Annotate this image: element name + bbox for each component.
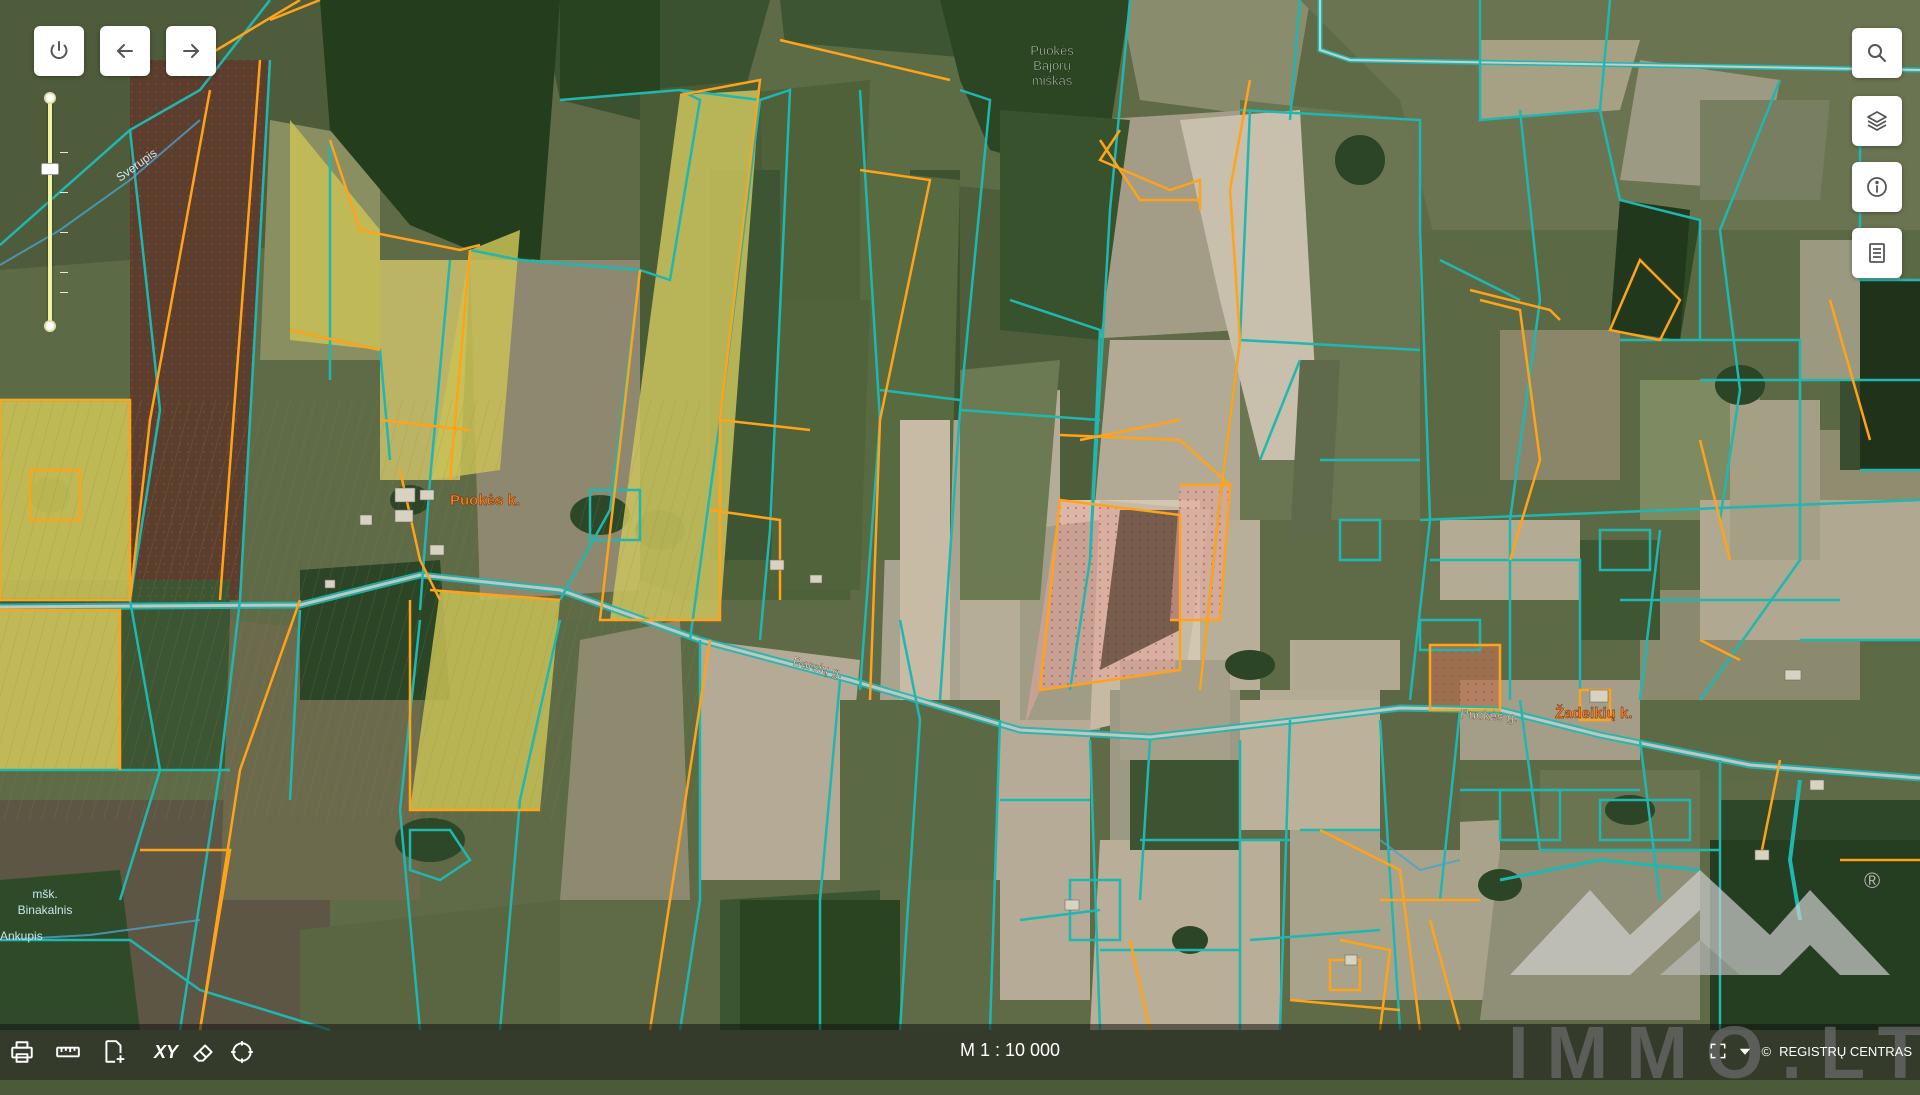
add-document-icon [105, 1040, 125, 1063]
zoom-tick [60, 232, 68, 233]
village-label-zadeikiu: Žadeikių k. [1555, 704, 1633, 722]
layers-icon [1867, 111, 1887, 131]
layers-button[interactable] [1852, 96, 1902, 146]
measure-button[interactable] [52, 1036, 84, 1068]
add-document-button[interactable] [98, 1036, 130, 1068]
xy-icon: XY [153, 1041, 178, 1062]
map-canvas[interactable]: Puokės Bajorų miškas Puokės k. Žadeikių … [0, 0, 1920, 1080]
coordinates-button[interactable]: XY [146, 1036, 186, 1068]
print-icon [11, 1041, 33, 1063]
bottom-toolbar: XY M 1 : 10 000 © REGISTRŲ CENTRAS [0, 1024, 1920, 1080]
forest-label-line1: Puokės [1030, 43, 1074, 58]
legend-button[interactable] [1852, 228, 1902, 278]
power-button[interactable] [34, 26, 84, 76]
search-icon [1868, 44, 1886, 62]
village-label-puokes: Puokės k. [450, 492, 520, 509]
info-icon [1867, 177, 1887, 197]
copyright-icon: © [1761, 1043, 1772, 1059]
forward-button[interactable] [166, 26, 216, 76]
eraser-button[interactable] [188, 1036, 220, 1068]
back-button[interactable] [100, 26, 150, 76]
zoom-tick [60, 292, 68, 293]
power-icon [50, 41, 68, 60]
ruler-icon [56, 1046, 80, 1058]
zoom-tick [60, 152, 68, 153]
map-scale: M 1 : 10 000 [960, 1040, 1061, 1060]
fullscreen-icon[interactable] [1708, 1041, 1728, 1061]
zoom-out-stop[interactable] [44, 320, 56, 332]
zoom-handle[interactable] [41, 162, 59, 175]
document-icon [1869, 243, 1885, 263]
hill-label-line2: Binakalnis [18, 903, 73, 917]
map-credit: © REGISTRŲ CENTRAS [1708, 1041, 1912, 1061]
crosshair-icon [231, 1041, 253, 1063]
zoom-tick [60, 192, 68, 193]
arrow-right-icon [183, 44, 199, 58]
hill-label-line1: mšk. [32, 887, 57, 901]
stream-label-ankupis: Ankupis [0, 929, 43, 943]
zoom-tick [60, 272, 68, 273]
search-button[interactable] [1852, 28, 1902, 78]
forest-label-line2: Bajorų [1033, 58, 1071, 73]
watermark-registered-mark: ® [1864, 868, 1881, 893]
eraser-icon [193, 1044, 213, 1062]
locate-button[interactable] [226, 1036, 258, 1068]
info-button[interactable] [1852, 162, 1902, 212]
credit-text: REGISTRŲ CENTRAS [1779, 1043, 1912, 1059]
arrow-left-icon [117, 44, 133, 58]
zoom-slider[interactable] [41, 92, 68, 332]
zoom-track[interactable] [48, 98, 52, 324]
dropdown-arrow-icon[interactable] [1736, 1042, 1754, 1060]
print-button[interactable] [6, 1036, 38, 1068]
forest-label-line3: miškas [1032, 73, 1073, 88]
zoom-in-stop[interactable] [44, 92, 56, 104]
